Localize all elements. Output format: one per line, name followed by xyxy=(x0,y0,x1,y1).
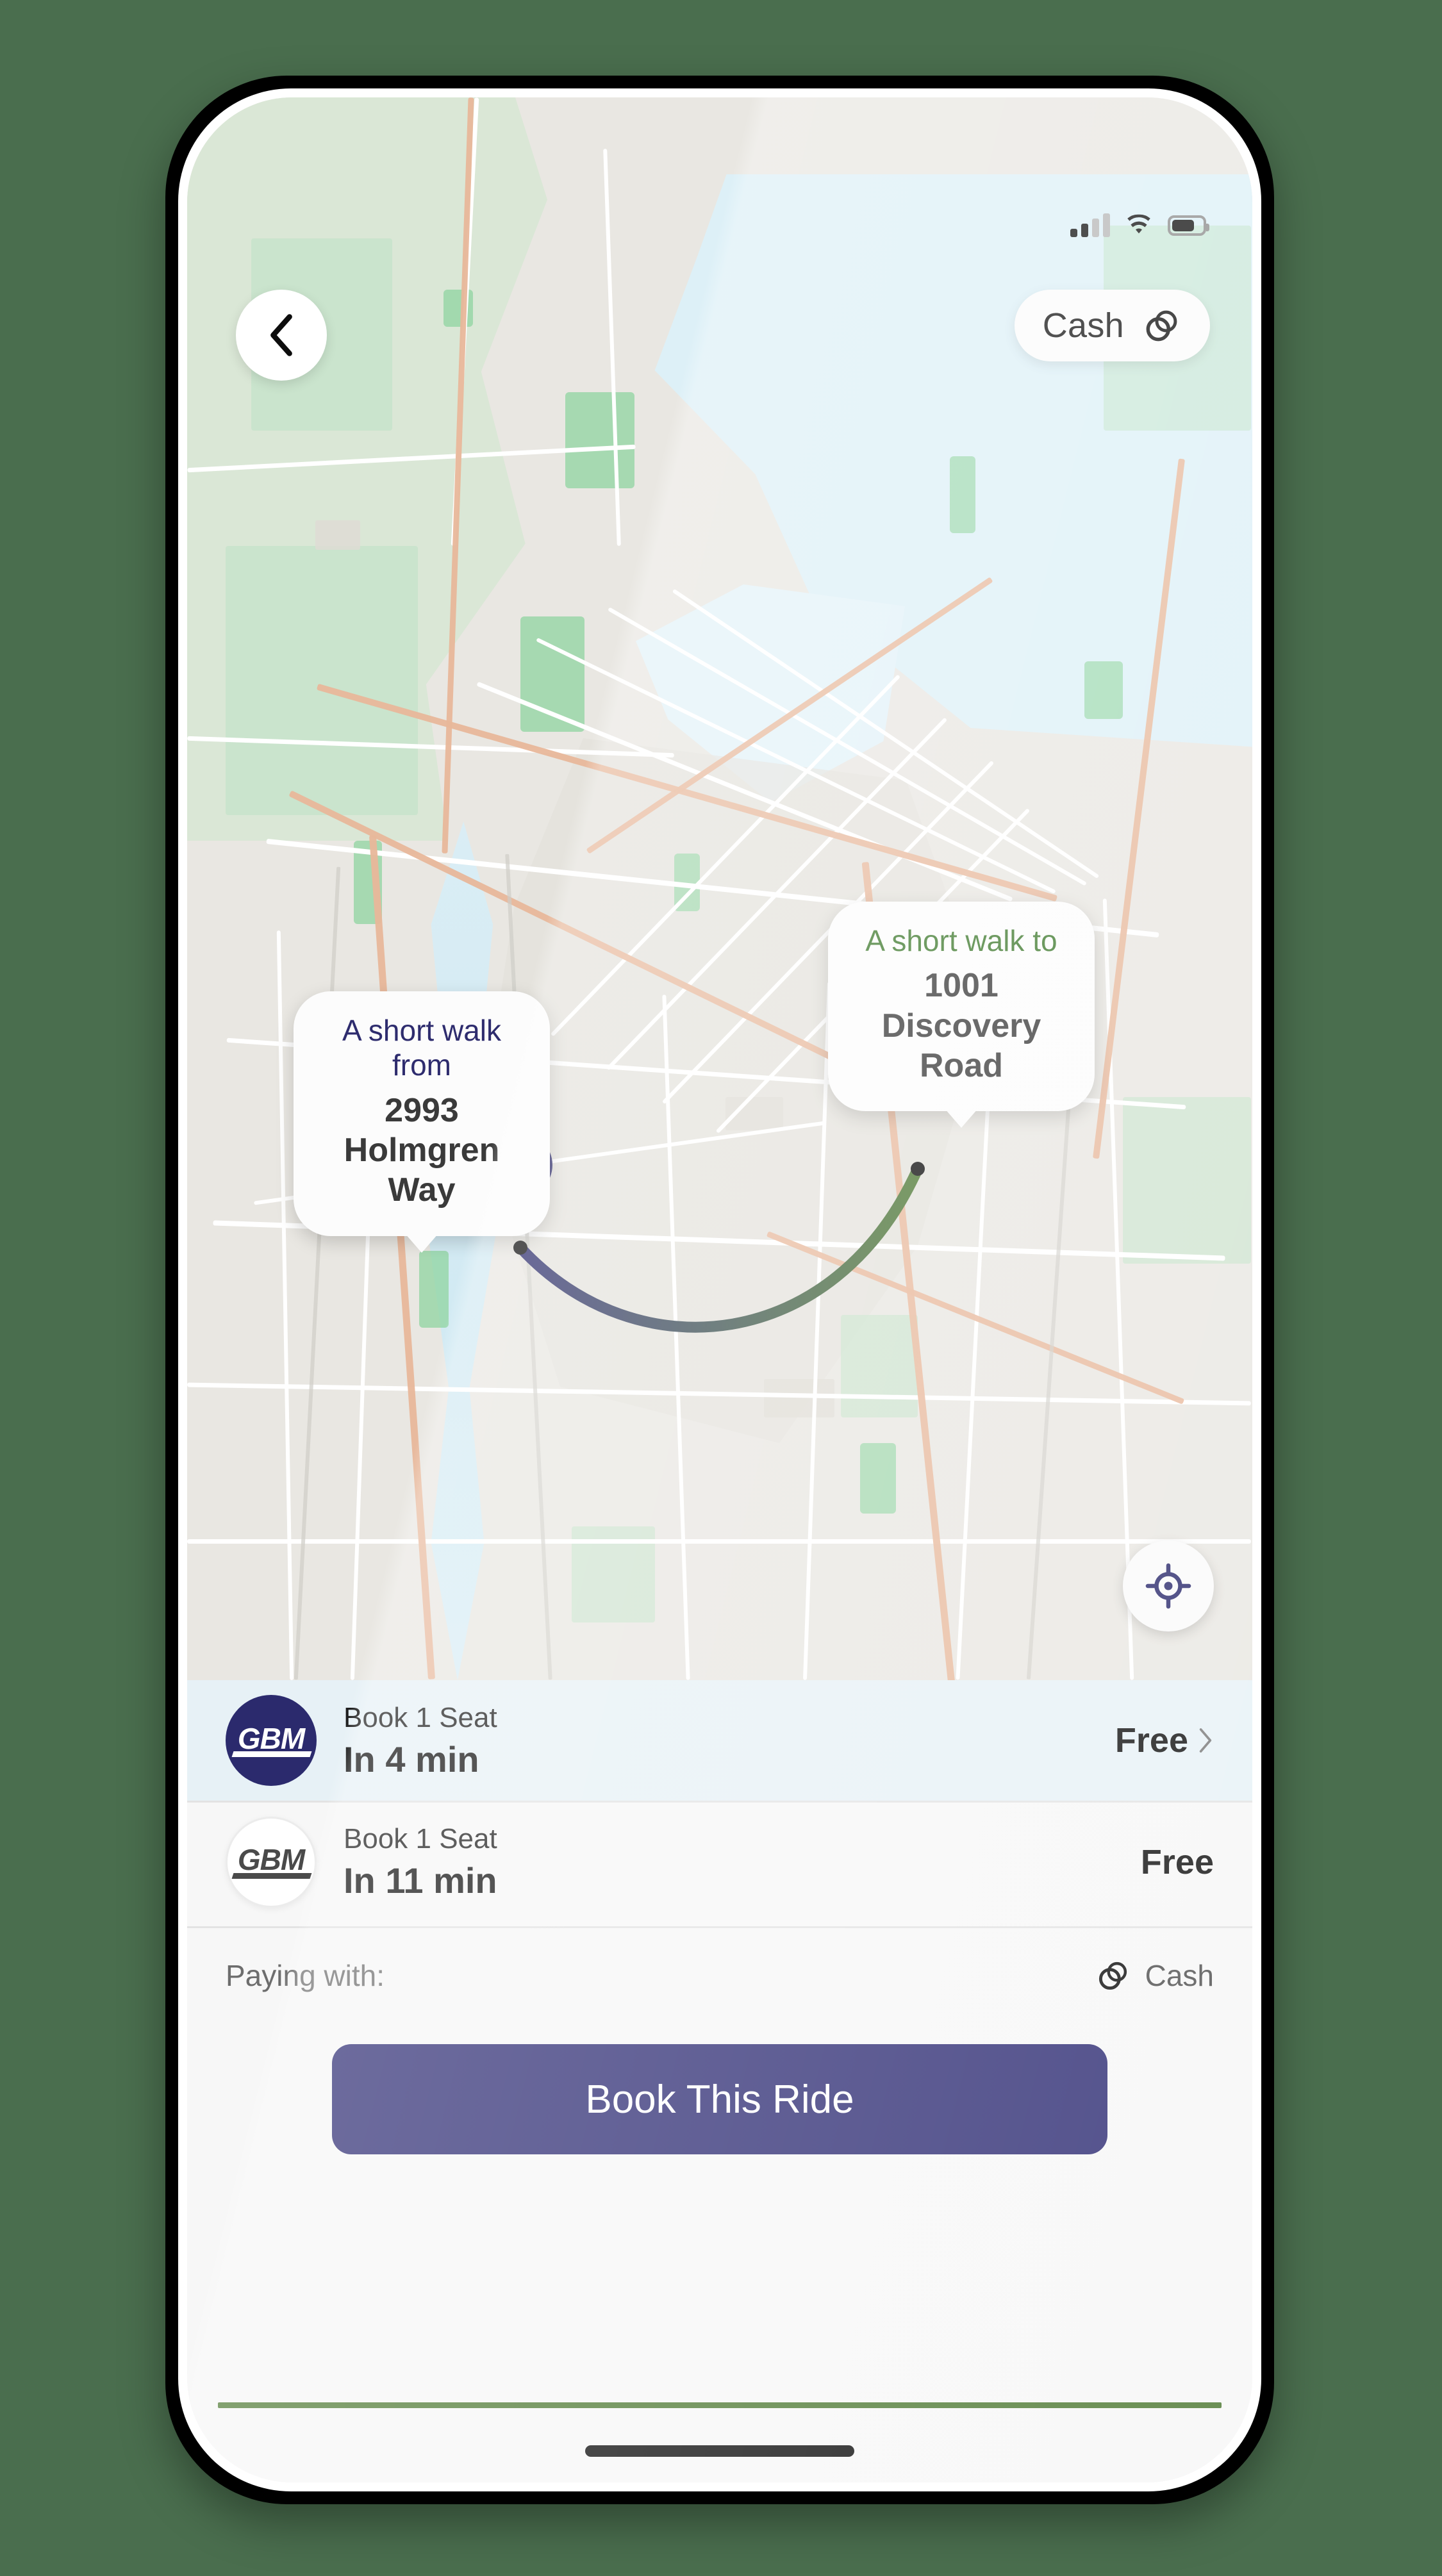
ride-price-label: Free xyxy=(1140,1842,1214,1881)
crosshair-locate-icon xyxy=(1145,1563,1191,1609)
cash-coins-icon xyxy=(1098,1961,1127,1990)
phone-screen: A short walk from 2993 Holmgren Way A sh… xyxy=(187,97,1252,2482)
ride-eta-label: In 11 min xyxy=(344,1860,497,1901)
cash-coins-icon xyxy=(1146,310,1177,342)
origin-callout-kicker: A short walk from xyxy=(342,1014,501,1082)
route-start-dot xyxy=(513,1241,527,1255)
ride-seats-label: Book 1 Seat xyxy=(344,1701,497,1733)
operator-logo: GBM xyxy=(226,1816,317,1908)
paying-with-value-group[interactable]: Cash xyxy=(1095,1958,1214,1994)
origin-callout-address: 2993 Holmgren Way xyxy=(344,1091,500,1209)
operator-logo-text: GBM xyxy=(237,1721,305,1755)
ride-details: Book 1 Seat In 4 min xyxy=(344,1700,1115,1781)
locate-me-button[interactable] xyxy=(1123,1540,1214,1631)
booking-sheet: GBM Book 1 Seat In 4 min Free GBM Book 1… xyxy=(187,1680,1252,2482)
payment-method-button[interactable]: Cash xyxy=(1014,290,1210,361)
status-bar xyxy=(1070,213,1209,237)
chevron-left-icon xyxy=(270,314,292,356)
ride-eta-label: In 4 min xyxy=(344,1738,479,1779)
paying-with-value: Cash xyxy=(1145,1958,1214,1992)
destination-callout-kicker: A short walk to xyxy=(865,924,1057,957)
route-end-dot xyxy=(911,1162,925,1176)
origin-callout[interactable]: A short walk from 2993 Holmgren Way xyxy=(294,991,550,1236)
ride-seats-label: Book 1 Seat xyxy=(344,1823,497,1855)
payment-method-label: Cash xyxy=(1042,306,1124,345)
sheet-accent-rule xyxy=(218,2402,1222,2408)
book-this-ride-button[interactable]: Book This Ride xyxy=(332,2044,1107,2154)
destination-callout-address: 1001 Discovery Road xyxy=(881,967,1041,1085)
screenshot-stage: A short walk from 2993 Holmgren Way A sh… xyxy=(0,0,1442,2576)
operator-logo: GBM xyxy=(226,1695,317,1786)
map-canvas[interactable]: A short walk from 2993 Holmgren Way A sh… xyxy=(187,97,1252,1680)
cellular-signal-icon xyxy=(1070,213,1110,237)
wifi-icon xyxy=(1127,214,1150,234)
ride-option-row[interactable]: GBM Book 1 Seat In 11 min Free xyxy=(187,1801,1252,1921)
back-button[interactable] xyxy=(236,290,327,381)
ride-price: Free xyxy=(1115,1721,1214,1760)
chevron-right-icon[interactable] xyxy=(1197,1726,1214,1754)
ride-price: Free xyxy=(1141,1842,1214,1882)
ride-price-label: Free xyxy=(1115,1721,1188,1760)
ride-option-row[interactable]: GBM Book 1 Seat In 4 min Free xyxy=(187,1680,1252,1801)
ride-details: Book 1 Seat In 11 min xyxy=(344,1821,1141,1902)
home-indicator[interactable] xyxy=(585,2445,854,2457)
operator-logo-text: GBM xyxy=(237,1843,305,1877)
paying-with-row[interactable]: Paying with: Cash xyxy=(187,1926,1252,2022)
destination-callout[interactable]: A short walk to 1001 Discovery Road xyxy=(828,902,1095,1112)
paying-with-label: Paying with: xyxy=(226,1958,385,1992)
battery-icon xyxy=(1168,215,1209,236)
